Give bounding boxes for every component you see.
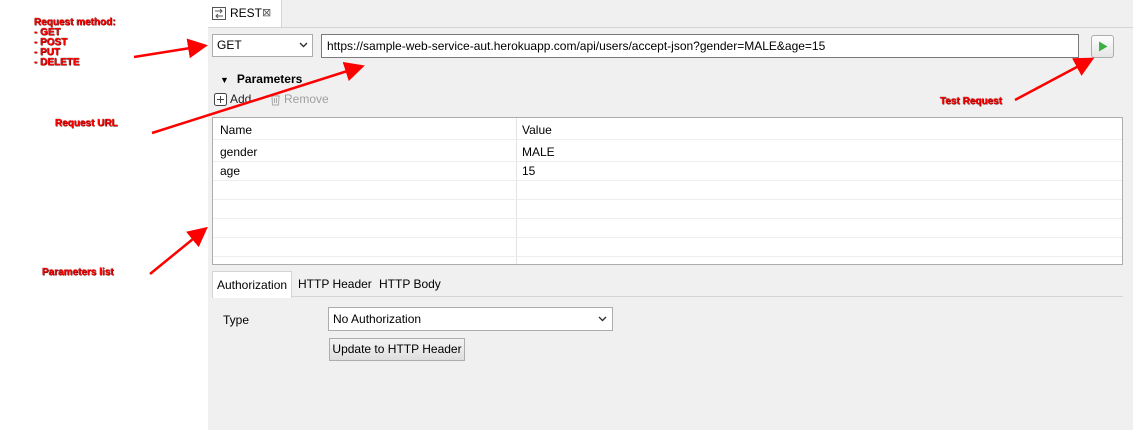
arrow-to-test <box>1014 57 1095 102</box>
arrow-to-params <box>149 226 208 275</box>
annotation-arrows <box>133 38 1095 275</box>
arrow-to-method <box>133 38 208 59</box>
arrow-to-url <box>151 62 365 135</box>
